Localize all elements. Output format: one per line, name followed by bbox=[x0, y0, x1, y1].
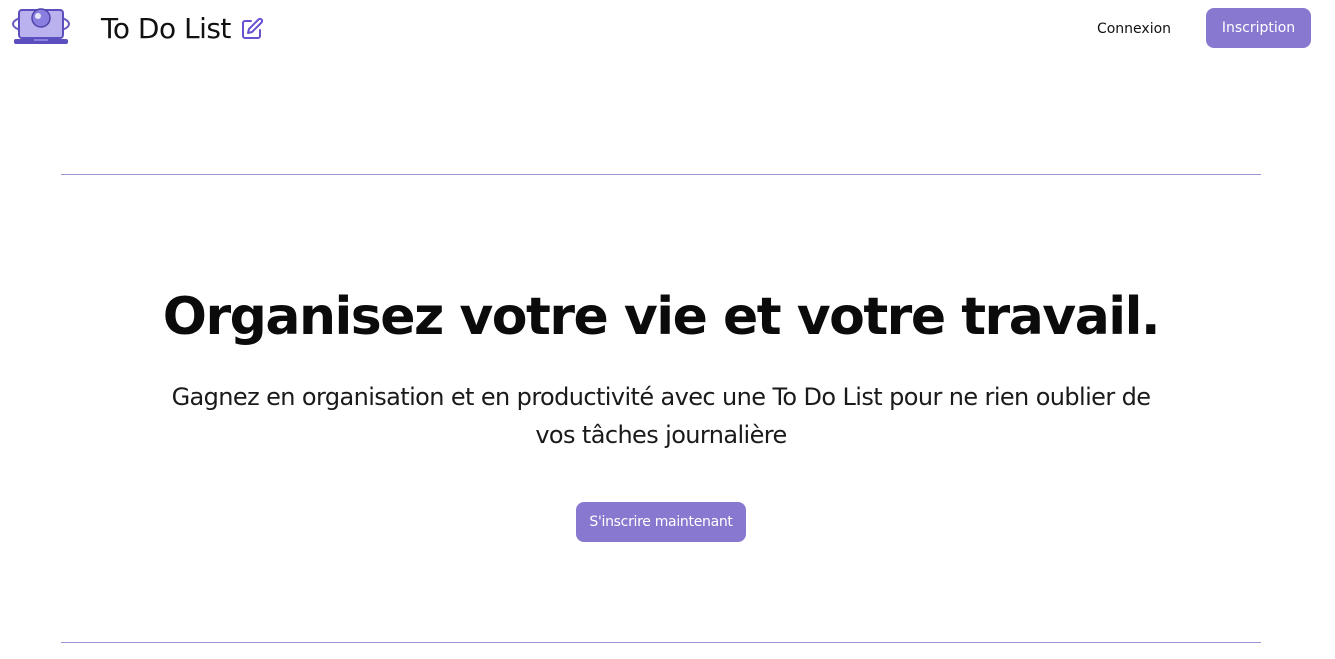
bottom-divider bbox=[61, 642, 1261, 643]
site-header: To Do List Connexion Inscription bbox=[0, 0, 1335, 58]
edit-icon bbox=[239, 16, 265, 42]
laptop-planet-logo-icon[interactable] bbox=[10, 4, 72, 50]
signup-button[interactable]: Inscription bbox=[1206, 8, 1311, 48]
signup-now-button[interactable]: S'inscrire maintenant bbox=[576, 502, 746, 542]
brand-title: To Do List bbox=[101, 12, 231, 45]
top-divider bbox=[61, 174, 1261, 175]
login-link[interactable]: Connexion bbox=[1090, 18, 1178, 40]
hero-title: Organisez votre vie et votre travail. bbox=[162, 287, 1161, 347]
hero-subtitle: Gagnez en organisation et en productivit… bbox=[171, 383, 1151, 449]
brand[interactable]: To Do List bbox=[101, 10, 265, 48]
